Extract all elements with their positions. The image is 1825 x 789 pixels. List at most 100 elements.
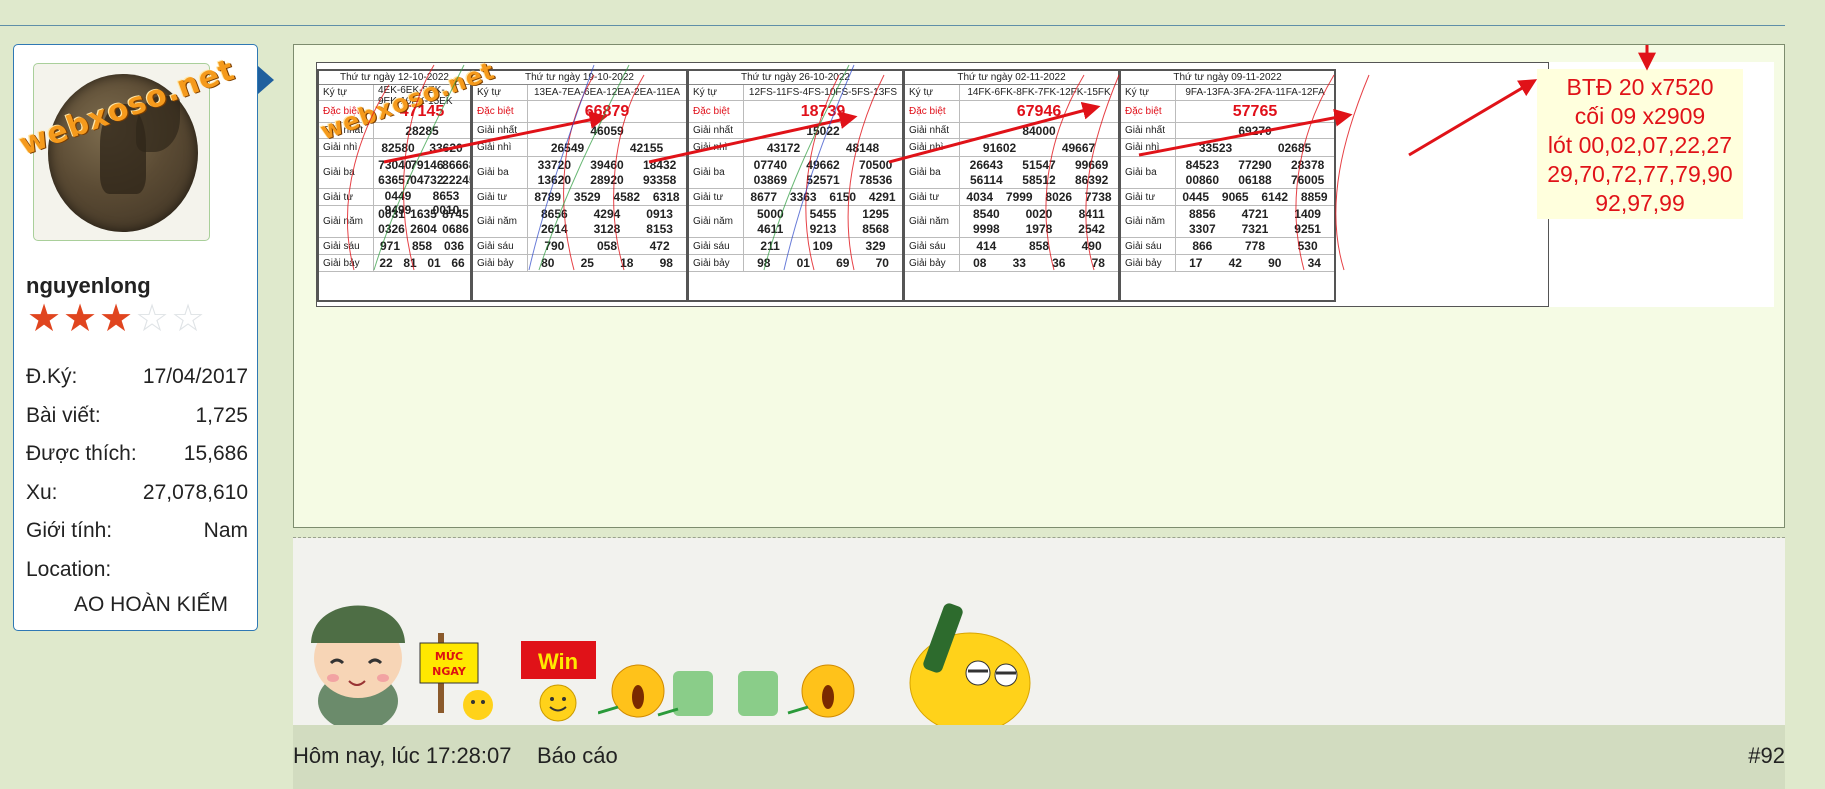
prize-number: 81 (403, 256, 417, 270)
prize-number: 98 (757, 256, 771, 270)
prize-number: 79146 (410, 157, 444, 172)
prize-number: 80 (541, 256, 555, 270)
prize-label: Giải bảy (689, 255, 744, 271)
prize-number: 2614 (540, 222, 568, 237)
win-smiley-icon: Win (521, 641, 596, 722)
prize-number: 0031 (378, 206, 405, 221)
rating-stars: ★ ★ ★ ☆ ☆ (26, 300, 206, 338)
prize-number: 6318 (652, 190, 680, 204)
prize-label: Đặc biệt (905, 101, 960, 122)
prize-label: Giải năm (473, 206, 528, 237)
prize-number: 0020 (1025, 206, 1053, 221)
prize-number: 4294 (593, 206, 621, 221)
post-attachment-image[interactable]: Thứ tư ngày 12-10-2022 Ký tự 4EK-6EK-8EK-9… (293, 44, 1785, 528)
stat-location: Location: (26, 558, 248, 582)
prize-number: 858 (411, 239, 433, 253)
prize-row-sau: Giải sáu 790 058 472 (473, 238, 686, 255)
prize-number: 39460 (590, 157, 624, 172)
note-line: BTĐ 20 x7520 (1566, 74, 1714, 100)
prize-row-tu: Giải tư 8677 3363 6150 4291 (689, 189, 902, 206)
prize-row-bay: Giải bảy 08 33 36 78 (905, 255, 1118, 272)
stat-label: Đ.Ký: (26, 365, 78, 388)
prize-number: 1295 (862, 206, 889, 221)
prize-label: Giải nhất (1121, 123, 1176, 138)
signature-smileys: MỨC NGAY Win (293, 538, 1785, 725)
prize-label: Giải sáu (689, 238, 744, 254)
prize-number: 3128 (593, 222, 621, 237)
prize-number: 17 (1189, 256, 1203, 270)
stat-value: 17/04/2017 (142, 365, 248, 388)
report-link[interactable]: Báo cáo (537, 743, 618, 769)
note-line: 92,97,99 (1595, 190, 1685, 216)
prize-number: 329 (865, 239, 886, 253)
prize-row-kytu: Ký tự 13EA-7EA-6EA-12EA-2EA-11EA (473, 85, 686, 101)
post-footer: Hôm nay, lúc 17:28:07 Báo cáo #92 (293, 725, 1785, 789)
prize-number: 2542 (1078, 222, 1105, 237)
prize-row-ba: Giải ba 07740 49662 70500 03869 52571 78536 (689, 157, 902, 189)
prize-number: 33620 (429, 140, 463, 155)
prize-number: 9213 (809, 222, 837, 237)
prize-number: 0326 (378, 222, 405, 237)
prize-number: 66 (451, 256, 465, 270)
prize-row-ba: Giải ba 730407914686668 636570473222245 (319, 157, 470, 189)
prize-label: Giải nhì (905, 139, 960, 156)
prize-number: 7999 (1005, 190, 1033, 204)
prize-label: Giải tư (905, 189, 960, 205)
post-number-link[interactable]: #92 (1748, 743, 1785, 769)
prize-row-nhat: Giải nhất 46059 (473, 123, 686, 139)
prize-row-ba: Giải ba 26643 51547 99669 56114 58512 86392 (905, 157, 1118, 189)
star-empty-icon: ☆ (170, 298, 206, 340)
prize-number: 51547 (1022, 157, 1056, 172)
prize-number: 8856 (1188, 206, 1216, 221)
stat-value: Nam (203, 519, 248, 542)
post-timestamp[interactable]: Hôm nay, lúc 17:28:07 (293, 743, 512, 769)
stat-gender: Giới tính: Nam (26, 519, 248, 543)
stat-coins: Xu: 27,078,610 (26, 481, 248, 505)
prize-number: 1978 (1025, 222, 1053, 237)
prize-number: 48148 (845, 140, 880, 155)
username-link[interactable]: nguyenlong (26, 273, 151, 299)
prize-label: Giải sáu (319, 238, 374, 254)
prize-number: 4034 (966, 190, 994, 204)
prize-row-tu: Giải tư 0445 9065 6142 8859 (1121, 189, 1334, 206)
prize-number: 12FS-11FS-4FS-10FS-5FS-13FS (748, 87, 898, 98)
prize-label: Giải ba (319, 157, 374, 188)
prize-label: Giải tư (689, 189, 744, 205)
star-icon: ★ (98, 298, 134, 340)
prize-number: 8026 (1045, 190, 1073, 204)
prize-label: Đặc biệt (473, 101, 528, 122)
prize-number: 4582 (613, 190, 641, 204)
prize-number: 8677 (750, 190, 778, 204)
prize-number: 77290 (1238, 157, 1272, 172)
prize-row-sau: Giải sáu 866 778 530 (1121, 238, 1334, 255)
prize-number: 28920 (590, 173, 624, 188)
prize-number: 69270 (1238, 123, 1272, 138)
prize-label: Ký tự (689, 85, 744, 100)
prize-row-sau: Giải sáu 211 109 329 (689, 238, 902, 255)
prize-number: 56114 (969, 173, 1003, 188)
prize-number: 43172 (766, 140, 801, 155)
prize-row-kytu: Ký tự 12FS-11FS-4FS-10FS-5FS-13FS (689, 85, 902, 101)
prize-label: Giải bảy (1121, 255, 1176, 271)
stat-likes: Được thích: 15,686 (26, 442, 248, 466)
prize-label: Giải sáu (1121, 238, 1176, 254)
prize-number: 4611 (757, 222, 784, 237)
prize-label: Giải sáu (473, 238, 528, 254)
prize-number: 9065 (1221, 190, 1249, 204)
prize-number: 78536 (858, 173, 893, 188)
prize-row-bay: Giải bảy 17 42 90 34 (1121, 255, 1334, 272)
prize-row-nam: Giải năm 0031 1635 8745 0326 2604 0686 (319, 206, 470, 238)
prize-number: 211 (760, 239, 780, 253)
lottery-ticket: Thứ tư ngày 09-11-2022 Ký tự 9FA-13FA-3FA-… (1119, 69, 1336, 302)
prize-label: Giải tư (319, 189, 374, 205)
prize-label: Đặc biệt (1121, 101, 1176, 122)
prize-row-nhi: Giải nhì 82580 33620 (319, 139, 470, 157)
lottery-ticket: Thứ tư ngày 02-11-2022 Ký tự 14FK-6FK-8FK-… (903, 69, 1120, 302)
star-icon: ★ (26, 298, 62, 340)
prize-number: 1635 (410, 206, 437, 221)
stat-value: 1,725 (195, 404, 248, 427)
prize-number: 33 (1012, 256, 1026, 270)
prize-row-nhat: Giải nhất 15022 (689, 123, 902, 139)
lottery-ticket: Thứ tư ngày 19-10-2022 Ký tự 13EA-7EA-6EA-… (471, 69, 688, 302)
stat-label: Location: (26, 558, 112, 581)
